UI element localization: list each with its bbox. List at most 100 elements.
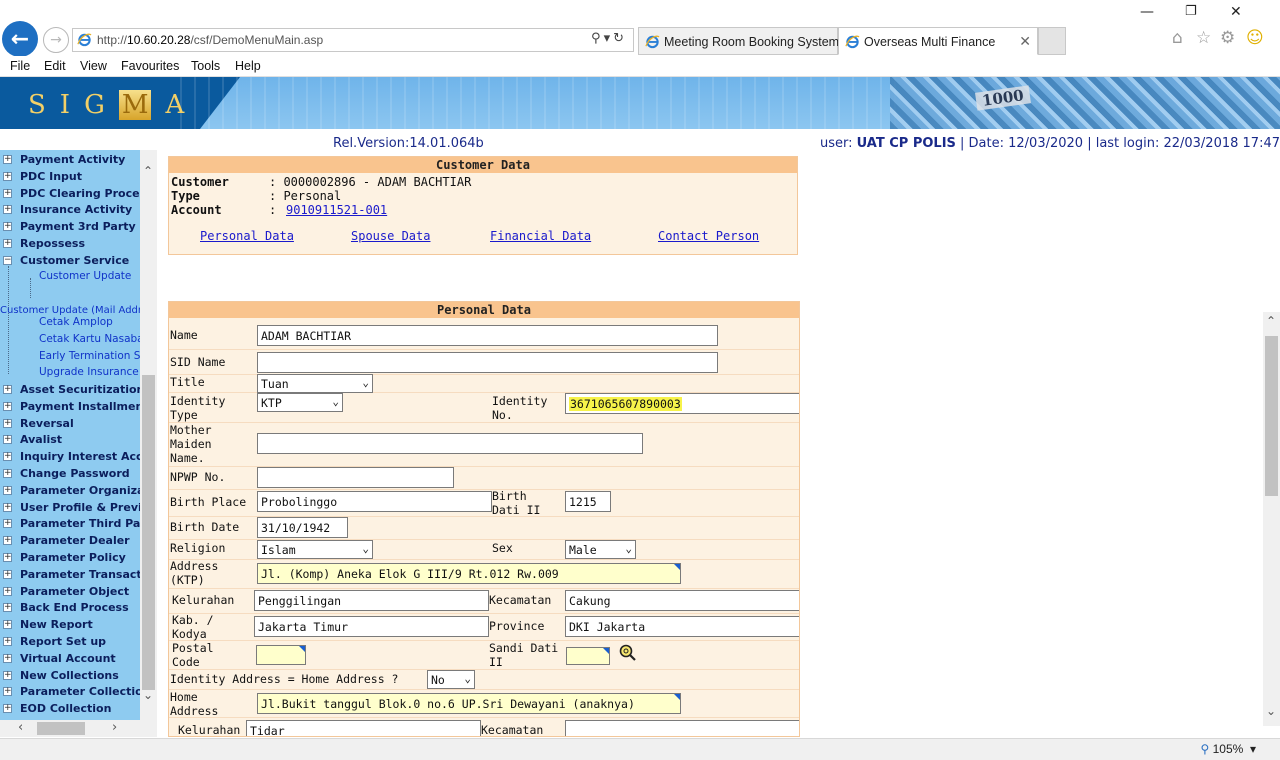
collapse-icon[interactable]: − <box>3 255 12 265</box>
menu-help[interactable]: Help <box>235 59 261 73</box>
expand-icon[interactable]: + <box>3 603 12 613</box>
expand-icon[interactable]: + <box>3 569 12 579</box>
sex-select[interactable]: Male ⌄ <box>565 540 636 559</box>
tree-item-label: Inquiry Interest Accru <box>20 450 140 464</box>
tree-child-item[interactable]: Customer Update <box>39 270 131 285</box>
tree-child-item[interactable]: Early Termination Sim <box>39 350 140 365</box>
expand-icon[interactable]: + <box>3 536 12 546</box>
expand-icon[interactable]: + <box>3 418 12 428</box>
tree-vertical-scrollbar[interactable]: ⌃ ⌄ <box>140 150 157 720</box>
expand-icon[interactable]: + <box>3 586 12 596</box>
expand-icon[interactable]: + <box>3 239 12 248</box>
tree-horizontal-scrollbar[interactable]: ‹ › <box>0 720 157 737</box>
restore-icon[interactable]: ❐ <box>1185 4 1197 19</box>
smiley-feedback-icon[interactable]: ☺ <box>1246 28 1264 48</box>
expand-icon[interactable]: + <box>3 435 12 445</box>
favorites-star-icon[interactable]: ☆ <box>1196 28 1211 48</box>
expand-icon[interactable]: + <box>3 155 12 164</box>
menu-file[interactable]: File <box>10 59 30 73</box>
birth-dati-field[interactable]: 1215 <box>565 491 611 512</box>
tree-item-label: Change Password <box>20 467 130 480</box>
address-bar[interactable]: http://10.60.20.28/csf/DemoMenuMain.asp … <box>72 28 634 52</box>
chevron-down-icon[interactable]: ▾ <box>604 31 614 46</box>
religion-select[interactable]: Islam ⌄ <box>257 540 373 559</box>
province-field[interactable]: DKI Jakarta <box>565 616 799 637</box>
sid-name-field[interactable] <box>257 352 718 373</box>
menu-tools[interactable]: Tools <box>191 59 220 73</box>
scroll-up-icon[interactable]: ⌃ <box>143 164 153 178</box>
expand-icon[interactable]: + <box>3 222 12 232</box>
birth-place-field[interactable]: Probolinggo <box>257 491 492 512</box>
scroll-right-icon[interactable]: › <box>112 720 117 735</box>
scroll-thumb[interactable] <box>142 375 155 690</box>
expand-icon[interactable]: + <box>3 670 12 680</box>
contact-person-link[interactable]: Contact Person <box>658 229 759 243</box>
address-ktp-field[interactable]: Jl. (Komp) Aneka Elok G III/9 Rt.012 Rw.… <box>257 563 681 584</box>
expand-icon[interactable]: + <box>3 205 12 215</box>
new-tab-button[interactable] <box>1038 27 1066 55</box>
expand-icon[interactable]: + <box>3 385 12 394</box>
home-address-field[interactable]: Jl.Bukit tanggul Blok.0 no.6 UP.Sri Dewa… <box>257 693 681 714</box>
menu-view[interactable]: View <box>80 59 107 73</box>
title-select[interactable]: Tuan ⌄ <box>257 374 373 393</box>
tree-child-item[interactable]: Cetak Amplop <box>39 316 113 331</box>
tab-meeting-room[interactable]: Meeting Room Booking System <box>638 27 839 55</box>
scroll-up-icon[interactable]: ⌃ <box>1266 314 1276 328</box>
account-link[interactable]: 9010911521-001 <box>286 203 387 217</box>
search-icon[interactable]: ⚲ <box>591 31 604 46</box>
home-kelurahan-field[interactable]: Tidar <box>246 720 481 736</box>
spouse-data-link[interactable]: Spouse Data <box>351 229 430 243</box>
main-vertical-scrollbar[interactable]: ⌃ ⌄ <box>1263 312 1280 726</box>
postal-code-field[interactable] <box>256 645 306 665</box>
name-field[interactable]: ADAM BACHTIAR <box>257 325 718 346</box>
zoom-control[interactable]: ⚲ 105% ▾ <box>1200 742 1256 756</box>
birth-date-field[interactable]: 31/10/1942 <box>257 517 348 538</box>
close-window-icon[interactable]: ✕ <box>1230 4 1242 20</box>
tree-child-item[interactable]: Upgrade Insurance Si <box>39 366 140 381</box>
expand-icon[interactable]: + <box>3 188 12 198</box>
expand-icon[interactable]: + <box>3 519 12 529</box>
identity-type-select[interactable]: KTP ⌄ <box>257 393 343 412</box>
expand-icon[interactable]: + <box>3 502 12 512</box>
tab-overseas-multi-finance[interactable]: Overseas Multi Finance ✕ <box>838 27 1038 55</box>
identity-no-field[interactable]: 3671065607890003 <box>565 393 799 414</box>
sandi-dati-field[interactable] <box>566 647 610 665</box>
expand-icon[interactable]: + <box>3 401 12 411</box>
financial-data-link[interactable]: Financial Data <box>490 229 591 243</box>
settings-gear-icon[interactable]: ⚙ <box>1220 28 1235 48</box>
home-kecamatan-field[interactable] <box>565 720 799 736</box>
kecamatan-field[interactable]: Cakung <box>565 590 799 611</box>
expand-icon[interactable]: + <box>3 704 12 714</box>
minimize-icon[interactable]: — <box>1140 4 1154 20</box>
npwp-label: NPWP No. <box>170 470 226 484</box>
personal-data-link[interactable]: Personal Data <box>200 229 294 243</box>
scroll-down-icon[interactable]: ⌄ <box>143 688 153 702</box>
expand-icon[interactable]: + <box>3 553 12 562</box>
home-icon[interactable]: ⌂ <box>1172 28 1183 48</box>
scroll-down-icon[interactable]: ⌄ <box>1266 704 1276 718</box>
kelurahan-field[interactable]: Penggilingan <box>254 590 489 611</box>
scroll-thumb[interactable] <box>1265 336 1278 496</box>
close-tab-icon[interactable]: ✕ <box>1019 33 1031 50</box>
kab-kodya-field[interactable]: Jakarta Timur <box>254 616 489 637</box>
mother-maiden-name-field[interactable] <box>257 433 643 454</box>
expand-icon[interactable]: + <box>3 469 12 478</box>
lookup-magnifier-icon[interactable] <box>619 644 636 661</box>
expand-icon[interactable]: + <box>3 171 12 181</box>
tree-child-item[interactable]: Cetak Kartu Nasabah <box>39 333 140 348</box>
expand-icon[interactable]: + <box>3 485 12 495</box>
expand-icon[interactable]: + <box>3 653 12 663</box>
back-button[interactable]: ← <box>2 21 38 57</box>
menu-favourites[interactable]: Favourites <box>121 59 179 73</box>
expand-icon[interactable]: + <box>3 452 12 462</box>
identity-equals-home-select[interactable]: No ⌄ <box>427 670 475 689</box>
scroll-left-icon[interactable]: ‹ <box>18 720 23 735</box>
expand-icon[interactable]: + <box>3 637 12 646</box>
npwp-field[interactable] <box>257 467 454 488</box>
scroll-thumb[interactable] <box>37 722 85 735</box>
expand-icon[interactable]: + <box>3 620 12 630</box>
refresh-icon[interactable]: ↻ <box>613 31 627 46</box>
expand-icon[interactable]: + <box>3 687 12 697</box>
menu-edit[interactable]: Edit <box>44 59 66 73</box>
forward-button[interactable]: → <box>43 27 69 53</box>
